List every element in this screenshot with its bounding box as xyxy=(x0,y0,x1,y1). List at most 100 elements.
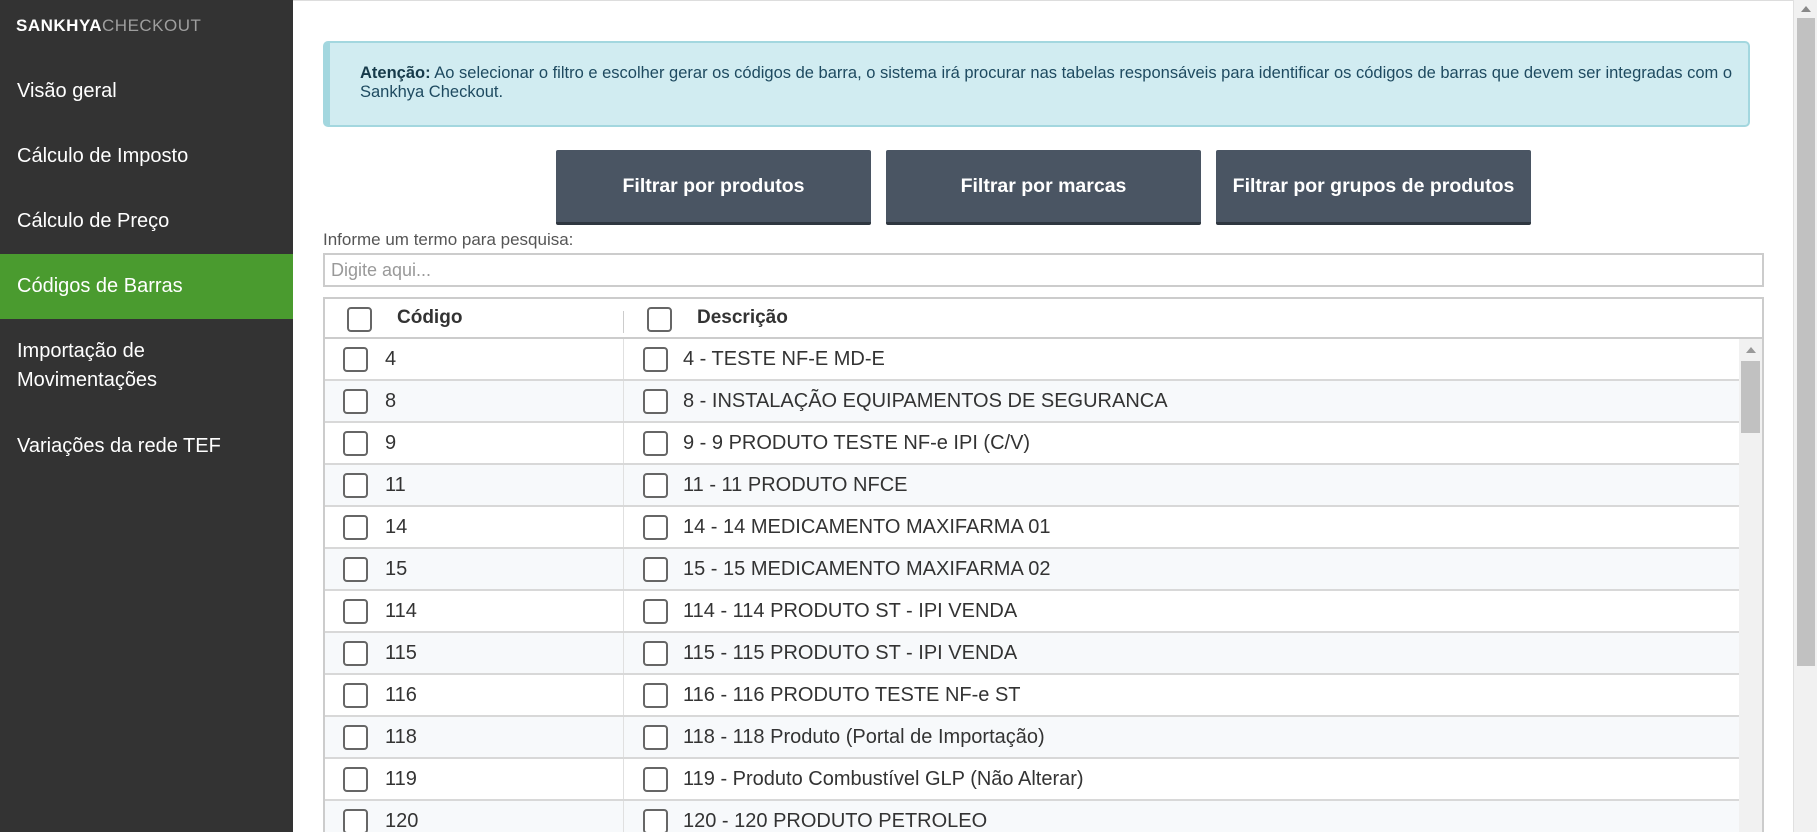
row-description-checkbox[interactable] xyxy=(643,389,668,414)
cell-description: 4 - TESTE NF-E MD-E xyxy=(683,348,885,370)
table-row[interactable]: 4 4 - TESTE NF-E MD-E xyxy=(325,339,1739,381)
filter-by-product-groups-button[interactable]: Filtrar por grupos de produtos xyxy=(1216,150,1531,225)
row-description-checkbox[interactable] xyxy=(643,515,668,540)
column-divider xyxy=(623,507,624,547)
alert-title: Atenção: xyxy=(360,64,431,82)
cell-code: 120 xyxy=(385,810,419,832)
table-scrollbar[interactable] xyxy=(1739,339,1762,832)
sidebar-item-calculo-preco[interactable]: Cálculo de Preço xyxy=(0,189,293,254)
column-divider xyxy=(623,801,624,832)
column-divider xyxy=(623,339,624,379)
row-code-checkbox[interactable] xyxy=(343,473,368,498)
scrollbar-thumb[interactable] xyxy=(1741,361,1760,433)
table-row[interactable]: 116 116 - 116 PRODUTO TESTE NF-e ST xyxy=(325,675,1739,717)
cell-code: 9 xyxy=(385,432,397,454)
column-header-code[interactable]: Código xyxy=(397,299,462,337)
cell-code: 8 xyxy=(385,390,397,412)
cell-code: 14 xyxy=(385,516,408,538)
logo-brand: SANKHYA xyxy=(16,16,103,35)
search-input[interactable] xyxy=(323,253,1764,287)
search-label: Informe um termo para pesquisa: xyxy=(323,230,574,249)
cell-code: 114 xyxy=(385,600,417,622)
row-code-checkbox[interactable] xyxy=(343,767,368,792)
table-row[interactable]: 15 15 - 15 MEDICAMENTO MAXIFARMA 02 xyxy=(325,549,1739,591)
page-scroll-up-arrow-icon[interactable] xyxy=(1801,6,1811,12)
select-all-description-checkbox[interactable] xyxy=(647,307,672,332)
table-row[interactable]: 14 14 - 14 MEDICAMENTO MAXIFARMA 01 xyxy=(325,507,1739,549)
cell-description: 14 - 14 MEDICAMENTO MAXIFARMA 01 xyxy=(683,516,1051,538)
cell-code: 15 xyxy=(385,558,408,580)
row-description-checkbox[interactable] xyxy=(643,599,668,624)
products-table: Código Descrição 44 - TESTE NF-E MD-E 8 8 … xyxy=(323,297,1764,832)
main-content: Atenção: Ao selecionar o filtro e escolh… xyxy=(293,0,1793,832)
column-divider xyxy=(623,591,624,631)
filter-by-brands-button[interactable]: Filtrar por marcas xyxy=(886,150,1201,225)
info-alert: Atenção: Ao selecionar o filtro e escolh… xyxy=(323,41,1750,127)
cell-code: 119 xyxy=(385,768,417,790)
table-row[interactable]: 120 120 - 120 PRODUTO PETROLEO xyxy=(325,801,1739,832)
row-description-checkbox[interactable] xyxy=(643,431,668,456)
cell-description: 8 - INSTALAÇÃO EQUIPAMENTOS DE SEGURANCA xyxy=(683,390,1168,412)
row-description-checkbox[interactable] xyxy=(643,473,668,498)
row-code-checkbox[interactable] xyxy=(343,641,368,666)
row-description-checkbox[interactable] xyxy=(643,641,668,666)
table-row[interactable]: 118 118 - 118 Produto (Portal de Importaç… xyxy=(325,717,1739,759)
sidebar-item-variacoes-tef[interactable]: Variações da rede TEF xyxy=(0,414,293,479)
cell-code: 4 xyxy=(385,348,397,370)
row-description-checkbox[interactable] xyxy=(643,725,668,750)
table-row[interactable]: 115 115 - 115 PRODUTO ST - IPI VENDA xyxy=(325,633,1739,675)
row-description-checkbox[interactable] xyxy=(643,767,668,792)
column-header-description[interactable]: Descrição xyxy=(697,299,788,337)
filter-by-products-button[interactable]: Filtrar por produtos xyxy=(556,150,871,225)
table-body: 4 4 - TESTE NF-E MD-E 8 8 - INSTALAÇÃO EQUI… xyxy=(325,339,1739,832)
table-row[interactable]: 8 8 - INSTALAÇÃO EQUIPAMENTOS DE SEGURANC… xyxy=(325,381,1739,423)
column-divider xyxy=(623,633,624,673)
column-divider xyxy=(623,717,624,757)
row-code-checkbox[interactable] xyxy=(343,557,368,582)
row-code-checkbox[interactable] xyxy=(343,599,368,624)
column-divider xyxy=(623,311,624,333)
row-code-checkbox[interactable] xyxy=(343,389,368,414)
cell-code: 11 xyxy=(385,474,406,496)
sidebar-item-visao-geral[interactable]: Visão geral xyxy=(0,59,293,124)
column-divider xyxy=(623,549,624,589)
scroll-up-arrow-icon[interactable] xyxy=(1746,347,1756,353)
cell-description: 116 - 116 PRODUTO TESTE NF-e ST xyxy=(683,684,1021,706)
select-all-code-checkbox[interactable] xyxy=(347,307,372,332)
table-row[interactable]: 119 119 - Produto Combustível GLP (Não Al… xyxy=(325,759,1739,801)
row-code-checkbox[interactable] xyxy=(343,347,368,372)
cell-description: 114 - 114 PRODUTO ST - IPI VENDA xyxy=(683,600,1018,622)
row-description-checkbox[interactable] xyxy=(643,683,668,708)
cell-description: 11 - 11 PRODUTO NFCE xyxy=(683,474,908,496)
column-divider xyxy=(623,465,624,505)
cell-description: 115 - 115 PRODUTO ST - IPI VENDA xyxy=(683,642,1018,664)
row-code-checkbox[interactable] xyxy=(343,725,368,750)
app-logo[interactable]: SANKHYACHECKOUT xyxy=(16,16,201,36)
cell-code: 116 xyxy=(385,684,417,706)
column-divider xyxy=(623,423,624,463)
sidebar-item-calculo-imposto[interactable]: Cálculo de Imposto xyxy=(0,124,293,189)
sidebar-item-importacao-movimentacoes[interactable]: Importação de Movimentações xyxy=(0,319,293,414)
sidebar: SANKHYACHECKOUT Visão geral Cálculo de I… xyxy=(0,0,293,832)
table-row[interactable]: 9 9 - 9 PRODUTO TESTE NF-e IPI (C/V) xyxy=(325,423,1739,465)
cell-description: 15 - 15 MEDICAMENTO MAXIFARMA 02 xyxy=(683,558,1051,580)
row-code-checkbox[interactable] xyxy=(343,431,368,456)
cell-code: 118 xyxy=(385,726,417,748)
cell-description: 9 - 9 PRODUTO TESTE NF-e IPI (C/V) xyxy=(683,432,1031,454)
page-scrollbar[interactable] xyxy=(1793,0,1817,832)
alert-text: Ao selecionar o filtro e escolher gerar … xyxy=(360,64,1733,101)
row-code-checkbox[interactable] xyxy=(343,809,368,832)
column-divider xyxy=(623,675,624,715)
cell-description: 118 - 118 Produto (Portal de Importação) xyxy=(683,726,1045,748)
table-header: Código Descrição xyxy=(325,299,1762,339)
row-description-checkbox[interactable] xyxy=(643,557,668,582)
row-description-checkbox[interactable] xyxy=(643,809,668,832)
row-code-checkbox[interactable] xyxy=(343,683,368,708)
table-row[interactable]: 114 114 - 114 PRODUTO ST - IPI VENDA xyxy=(325,591,1739,633)
table-row[interactable]: 11 11 - 11 PRODUTO NFCE xyxy=(325,465,1739,507)
page-scrollbar-thumb[interactable] xyxy=(1797,18,1815,666)
cell-code: 115 xyxy=(385,642,417,664)
sidebar-item-codigos-barras[interactable]: Códigos de Barras xyxy=(0,254,293,319)
row-description-checkbox[interactable] xyxy=(643,347,668,372)
row-code-checkbox[interactable] xyxy=(343,515,368,540)
